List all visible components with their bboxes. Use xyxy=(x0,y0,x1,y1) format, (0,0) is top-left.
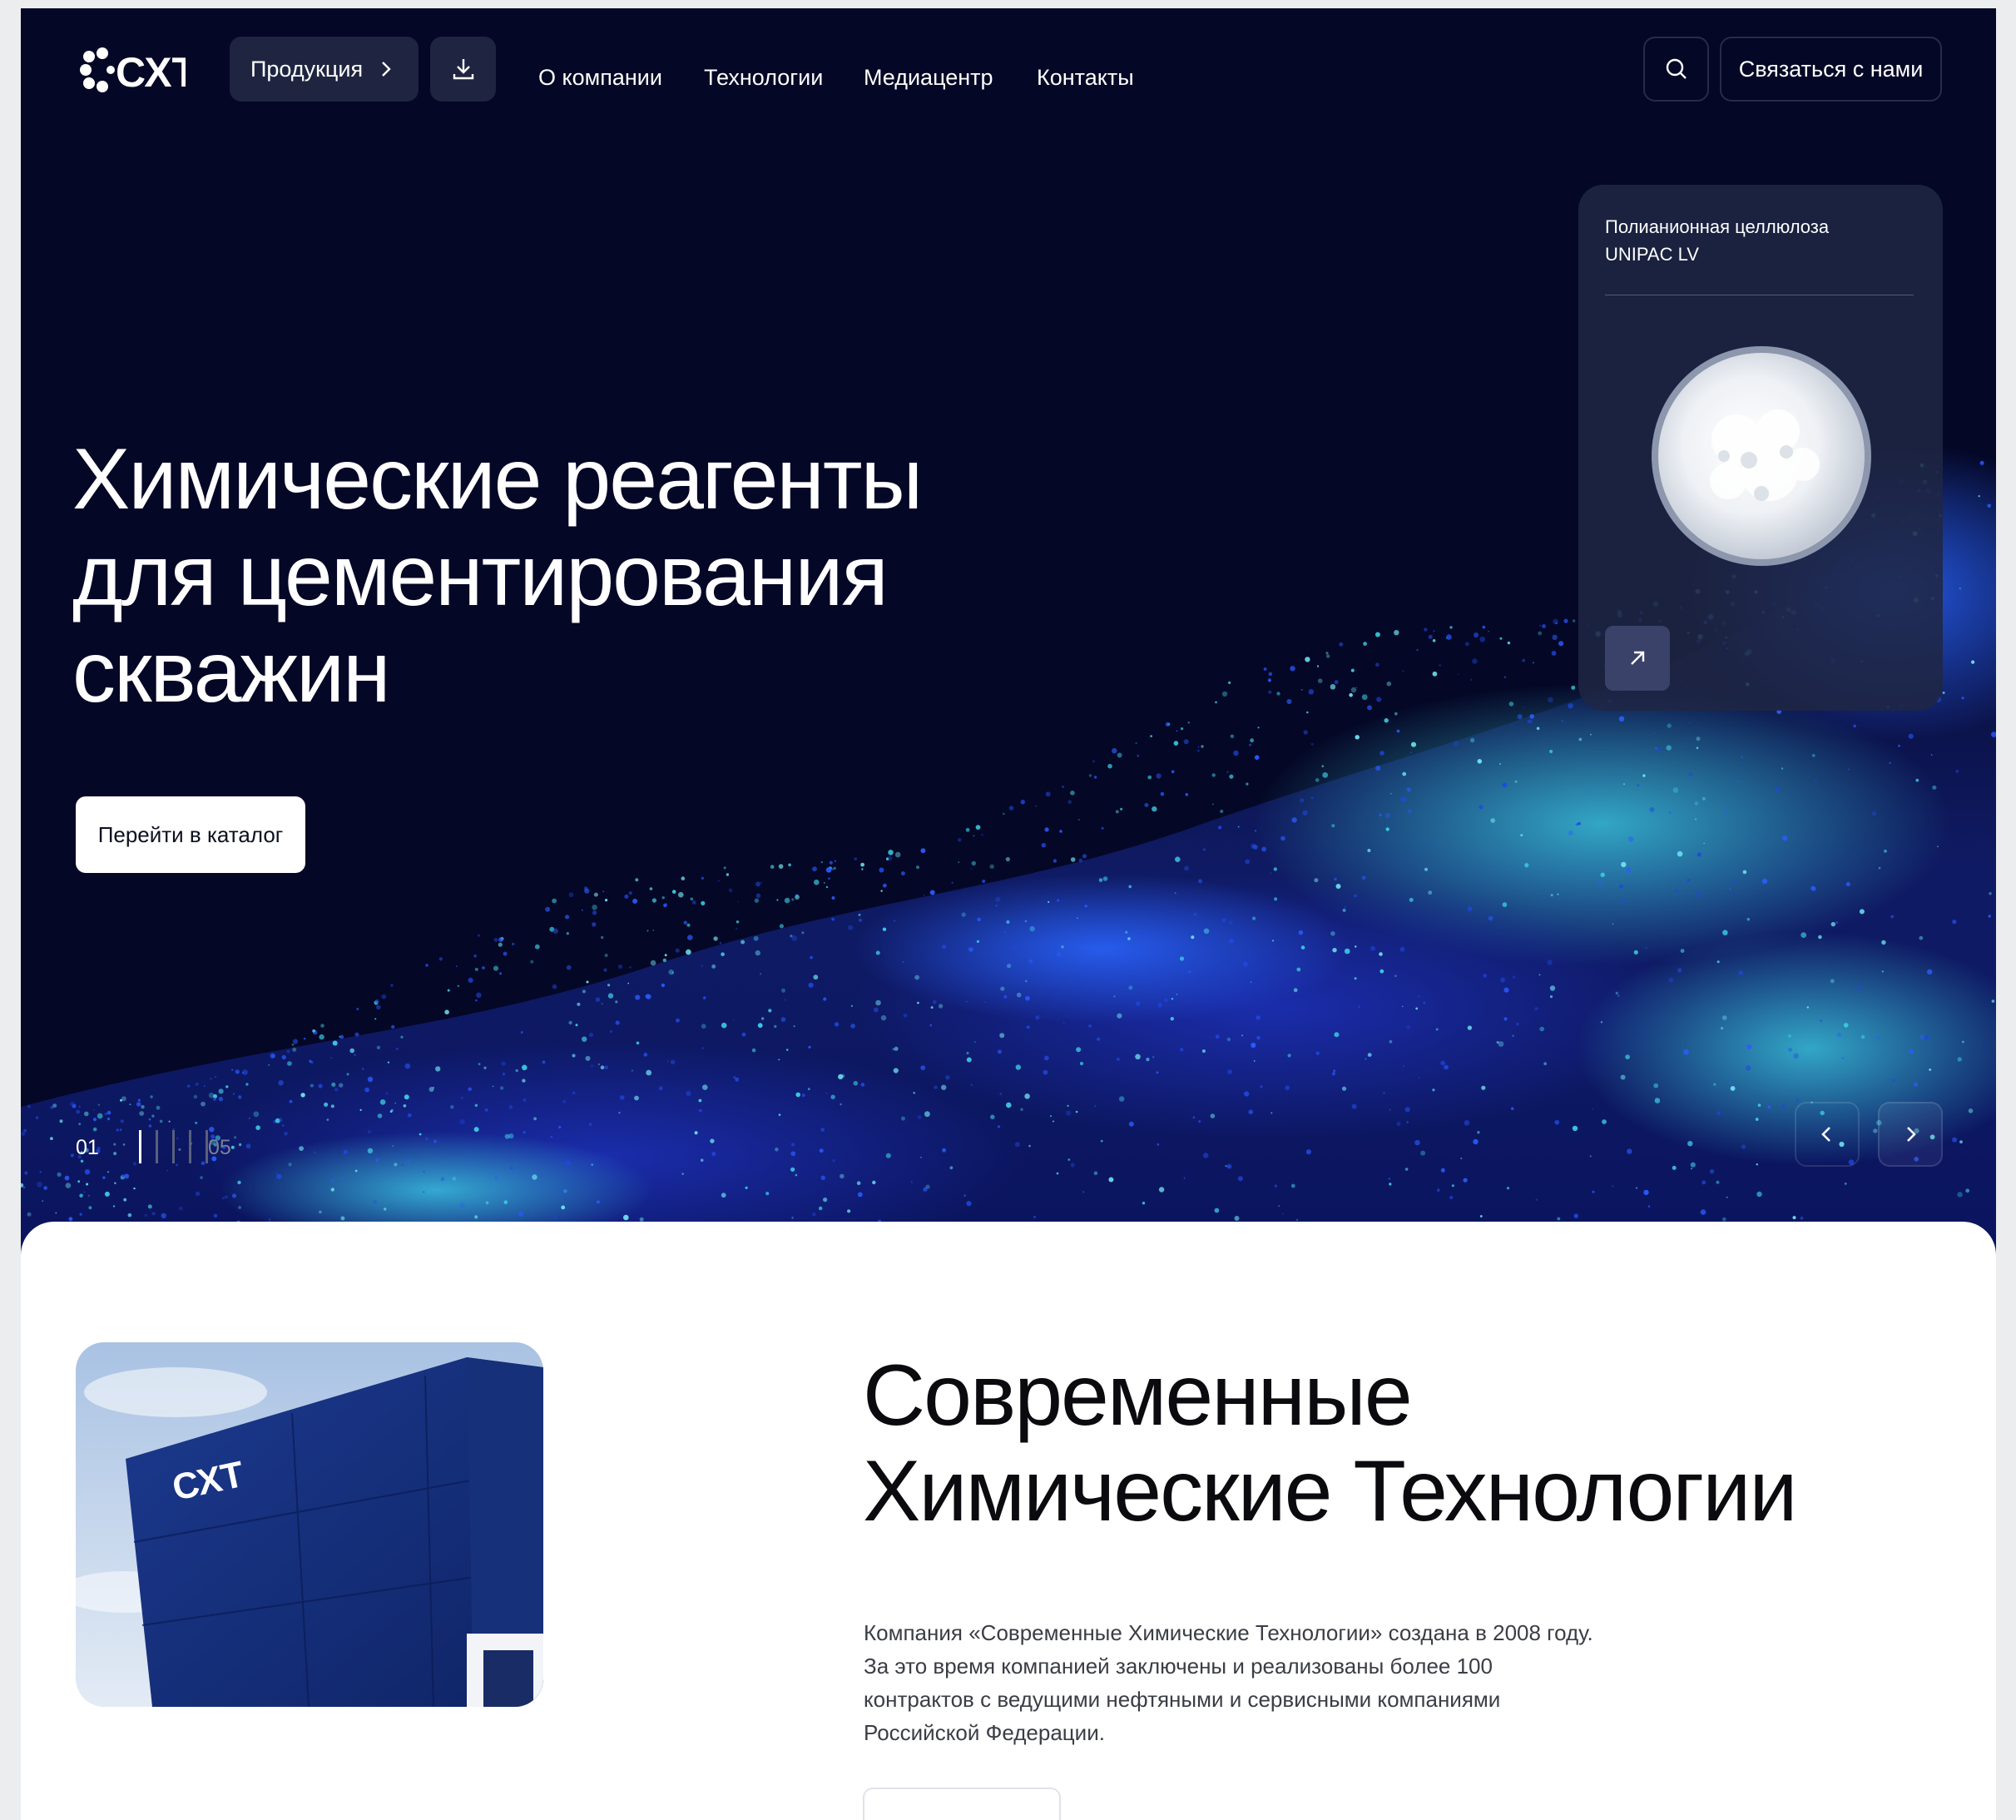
contact-us-button[interactable]: Связаться с нами xyxy=(1720,37,1942,102)
building-illustration: СХТ xyxy=(76,1342,543,1707)
nav-link-media[interactable]: Медиацентр xyxy=(864,65,993,91)
headquarters-photo: СХТ xyxy=(76,1342,543,1707)
product-card-open-button[interactable] xyxy=(1605,626,1670,691)
products-label: Продукция xyxy=(250,56,364,82)
slider-progress[interactable] xyxy=(117,1130,209,1163)
chevron-right-icon xyxy=(382,62,391,77)
company-logo[interactable]: СХТ xyxy=(77,45,186,95)
nav-link-about[interactable]: О компании xyxy=(538,65,662,91)
chevron-right-icon xyxy=(1907,1127,1916,1142)
about-description: Компания «Современные Химические Техноло… xyxy=(864,1620,1593,1745)
download-button[interactable] xyxy=(430,37,496,102)
slider-progress-segment[interactable] xyxy=(156,1130,158,1163)
about-title: Современные Химические Технологии xyxy=(863,1347,1797,1540)
about-section: СХТ Современные Химические Технологии Ко… xyxy=(21,1222,1996,1820)
slider-progress-segment[interactable] xyxy=(139,1130,141,1163)
logo-text: СХТ xyxy=(116,49,186,95)
arrow-up-right-icon xyxy=(1631,651,1645,665)
products-button[interactable]: Продукция xyxy=(230,37,419,102)
about-more-button[interactable] xyxy=(863,1788,1061,1820)
slider-total-number: 05 xyxy=(208,1136,231,1159)
hero-title: Химические реагенты для цементирования с… xyxy=(72,431,923,721)
slider-progress-segment[interactable] xyxy=(172,1130,175,1163)
chevron-left-icon xyxy=(1821,1127,1830,1142)
search-icon xyxy=(1666,58,1687,79)
product-card[interactable]: Полианионная целлюлоза UNIPAC LV xyxy=(1578,185,1943,711)
product-card-title: Полианионная целлюлоза UNIPAC LV xyxy=(1605,216,1830,265)
hero-section: СХТ Продукция О компании Технологии Меди… xyxy=(21,8,1996,1282)
nav-link-technologies[interactable]: Технологии xyxy=(704,65,823,91)
slider-progress-segment[interactable] xyxy=(189,1130,191,1163)
slider-current-number: 01 xyxy=(76,1136,99,1159)
page: СХТ Продукция О компании Технологии Меди… xyxy=(21,8,1996,1820)
download-icon xyxy=(453,59,473,80)
nav-link-contacts[interactable]: Контакты xyxy=(1037,65,1134,91)
search-button[interactable] xyxy=(1643,37,1709,102)
product-powder-image xyxy=(1652,346,1871,566)
catalog-button[interactable]: Перейти в каталог xyxy=(76,796,305,873)
slider-next-button[interactable] xyxy=(1878,1102,1943,1167)
slider-prev-button[interactable] xyxy=(1795,1102,1860,1167)
